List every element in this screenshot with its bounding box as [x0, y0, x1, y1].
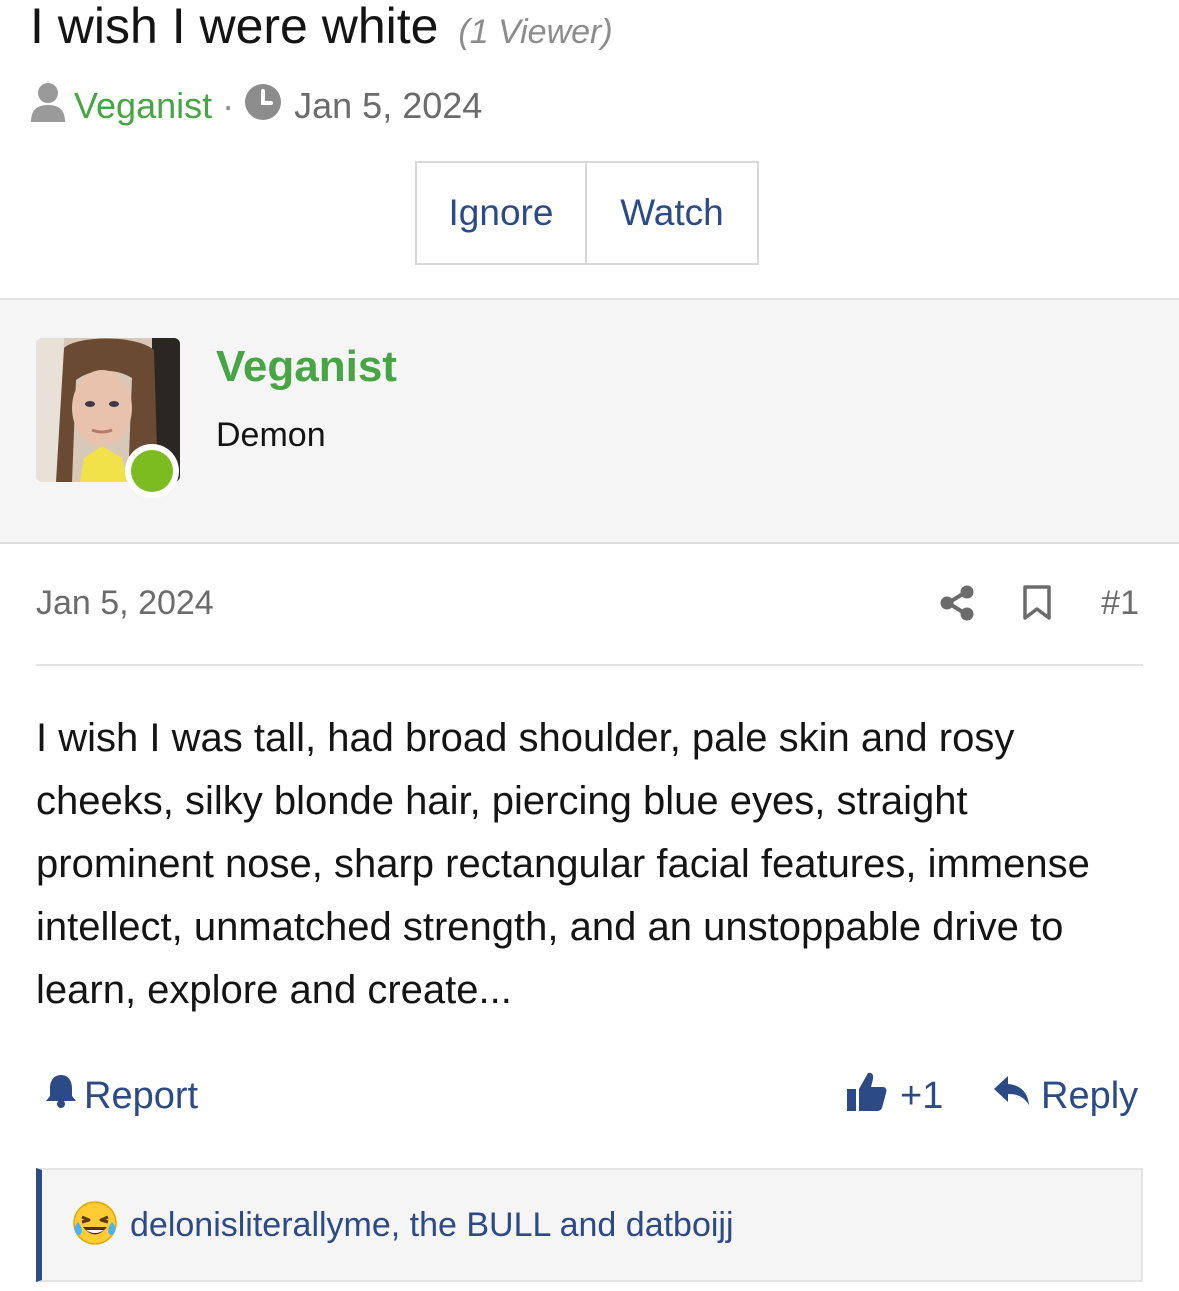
bookmark-icon[interactable] [1022, 585, 1052, 626]
bell-icon [44, 1073, 78, 1119]
online-status-indicator [125, 444, 179, 498]
post-header-divider [36, 664, 1143, 666]
post-permalink-number[interactable]: #1 [1101, 584, 1139, 623]
thread-date-link[interactable]: Jan 5, 2024 [294, 85, 482, 127]
poster-user-title: Demon [216, 416, 326, 454]
reactions-bar[interactable]: delonisliterallyme, the BULL and datboij… [36, 1168, 1143, 1282]
reply-button[interactable]: Reply [993, 1070, 1138, 1122]
thread-title-text: I wish I were white [30, 0, 439, 54]
watch-button[interactable]: Watch [587, 161, 759, 265]
thread-title: I wish I were white (1 Viewer) [30, 0, 613, 62]
report-label: Report [84, 1074, 199, 1117]
viewer-count[interactable]: (1 Viewer) [458, 13, 612, 51]
ignore-button[interactable]: Ignore [415, 161, 587, 265]
thumbs-up-icon [846, 1070, 888, 1122]
post-body: I wish I was tall, had broad shoulder, p… [36, 716, 1090, 1012]
clock-icon [244, 83, 282, 130]
thread-actions: Ignore Watch [415, 161, 759, 265]
reply-label: Reply [1041, 1074, 1139, 1117]
share-icon[interactable] [940, 585, 974, 626]
report-button[interactable]: Report [44, 1070, 198, 1122]
reply-icon [993, 1074, 1031, 1118]
like-count: +1 [900, 1074, 944, 1117]
like-button[interactable]: +1 [846, 1070, 943, 1122]
post-date-link[interactable]: Jan 5, 2024 [36, 584, 214, 623]
meta-separator: · [222, 85, 235, 126]
poster-username[interactable]: Veganist [216, 342, 397, 392]
reaction-users[interactable]: delonisliterallyme, the BULL and datboij… [130, 1206, 734, 1245]
laughing-tears-emoji [72, 1200, 118, 1251]
thread-author-link[interactable]: Veganist [74, 85, 212, 127]
thread-meta: Veganist · Jan 5, 2024 [30, 80, 482, 132]
user-icon [30, 82, 66, 131]
